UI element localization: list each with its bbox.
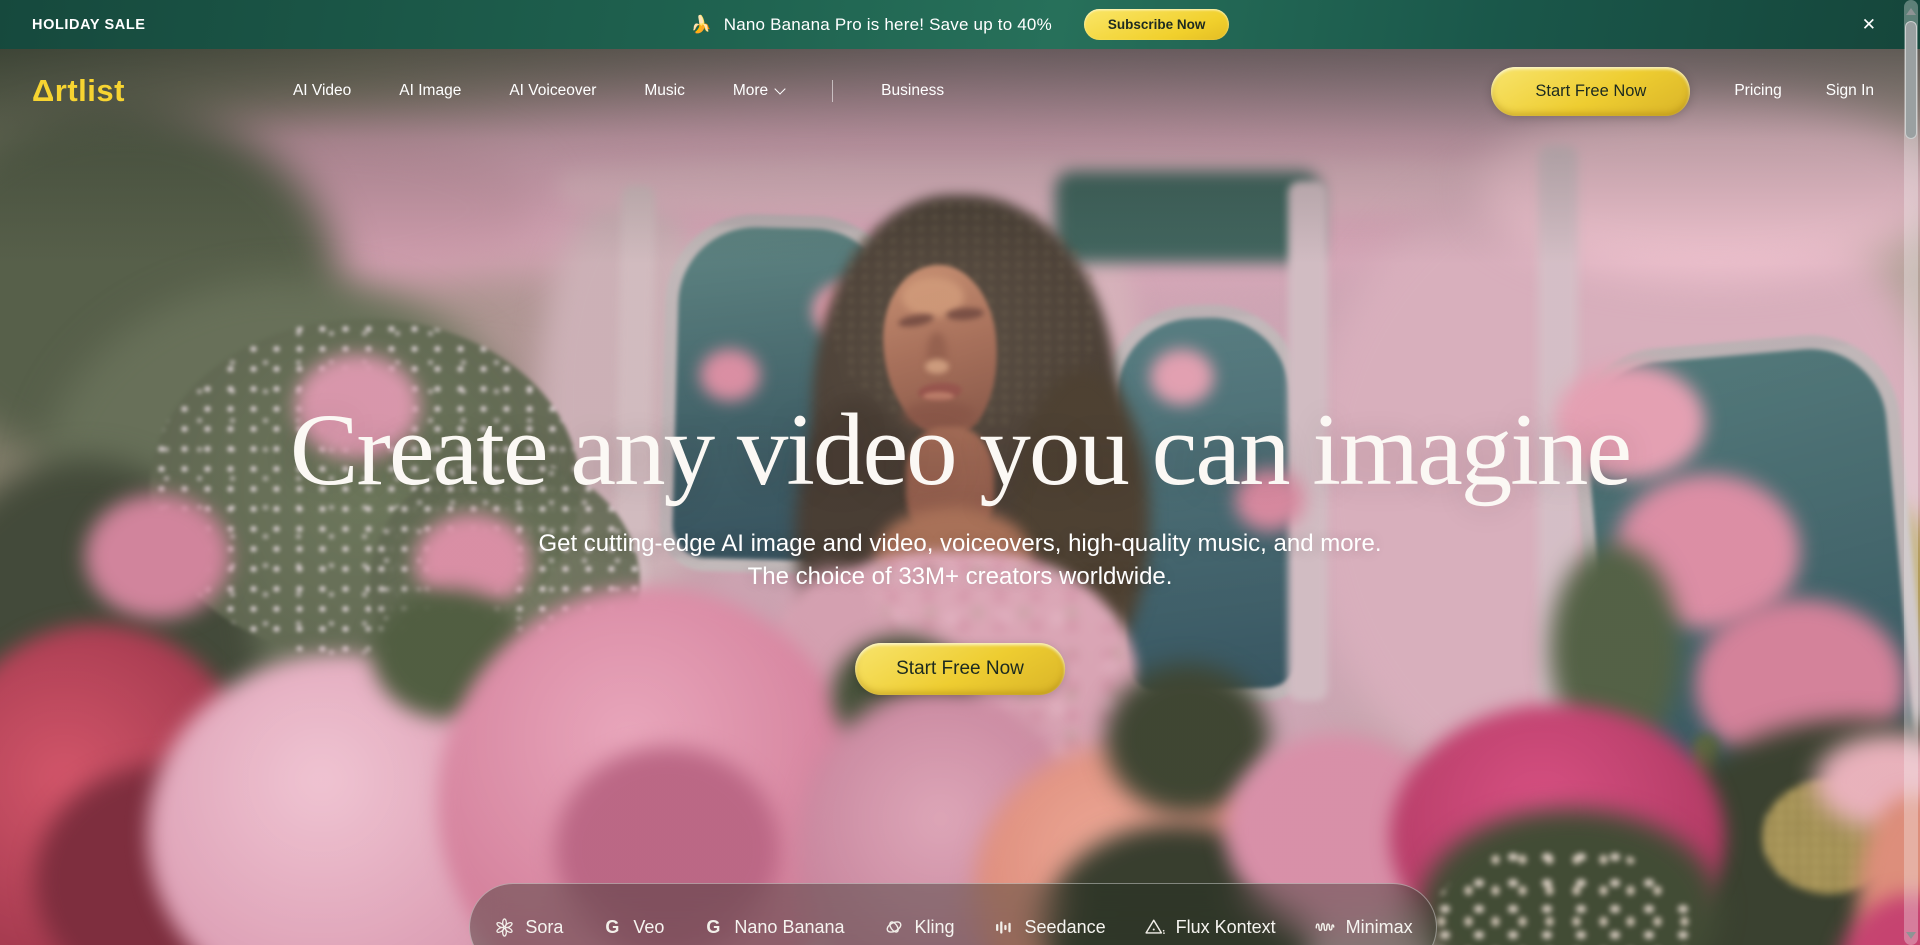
- hero-subheading-line2: The choice of 33M+ creators worldwide.: [0, 560, 1920, 593]
- nav-item-label: Business: [881, 82, 944, 100]
- nav-divider: [832, 80, 833, 102]
- model-item-sora: Sora: [493, 916, 563, 938]
- promo-text: Nano Banana Pro is here! Save up to 40%: [724, 15, 1052, 35]
- promo-banner: HOLIDAY SALE 🍌 Nano Banana Pro is here! …: [0, 0, 1920, 49]
- pricing-link[interactable]: Pricing: [1734, 82, 1781, 100]
- hero-start-free-button[interactable]: Start Free Now: [855, 643, 1065, 695]
- ai-models-bar: Sora G Veo G Nano Banana Kling: [469, 883, 1437, 945]
- model-label: Veo: [633, 917, 664, 938]
- artlist-homepage: Create any video you can imagine Get cut…: [0, 0, 1920, 945]
- hero-background-image: Create any video you can imagine Get cut…: [0, 49, 1920, 945]
- kling-loop-icon: [883, 916, 905, 938]
- model-label: Sora: [525, 917, 563, 938]
- google-g-icon: G: [601, 916, 623, 938]
- nav-item-business[interactable]: Business: [881, 82, 944, 100]
- nav-start-free-button[interactable]: Start Free Now: [1491, 67, 1690, 116]
- model-item-kling: Kling: [883, 916, 955, 938]
- seedance-bars-icon: [993, 916, 1015, 938]
- close-icon[interactable]: ✕: [1862, 16, 1876, 33]
- nav-item-ai-video[interactable]: AI Video: [293, 82, 351, 100]
- hero-subheading: Get cutting-edge AI image and video, voi…: [0, 527, 1920, 593]
- browser-scrollbar: [1904, 0, 1918, 945]
- model-label: Nano Banana: [734, 917, 844, 938]
- openai-flower-icon: [493, 916, 515, 938]
- hero-subheading-line1: Get cutting-edge AI image and video, voi…: [0, 527, 1920, 560]
- artlist-logo[interactable]: Δrtlist: [32, 73, 125, 109]
- flux-triangle-icon: [1144, 916, 1166, 938]
- main-navigation: Δrtlist AI Video AI Image AI Voiceover M…: [0, 49, 1920, 133]
- model-item-seedance: Seedance: [993, 916, 1106, 938]
- model-item-minimax: Minimax: [1314, 916, 1413, 938]
- chevron-down-icon: [775, 83, 786, 94]
- scrollbar-track[interactable]: [1904, 0, 1918, 945]
- promo-banner-center: 🍌 Nano Banana Pro is here! Save up to 40…: [691, 9, 1230, 40]
- scrollbar-down-arrow-icon[interactable]: [1906, 932, 1916, 939]
- nav-item-label: Music: [644, 82, 684, 100]
- subscribe-now-button[interactable]: Subscribe Now: [1084, 9, 1230, 40]
- scrollbar-up-arrow-icon[interactable]: [1906, 8, 1916, 15]
- google-g-glyph: G: [605, 918, 619, 936]
- google-g-icon: G: [702, 916, 724, 938]
- nav-item-ai-voiceover[interactable]: AI Voiceover: [509, 82, 596, 100]
- model-item-nano-banana: G Nano Banana: [702, 916, 844, 938]
- model-item-flux-kontext: Flux Kontext: [1144, 916, 1276, 938]
- nav-right-cluster: Start Free Now Pricing Sign In: [1491, 67, 1874, 116]
- nav-item-more[interactable]: More: [733, 82, 784, 100]
- hero-heading: Create any video you can imagine: [0, 399, 1920, 502]
- nav-item-ai-image[interactable]: AI Image: [399, 82, 461, 100]
- model-label: Flux Kontext: [1176, 917, 1276, 938]
- sign-in-link[interactable]: Sign In: [1826, 82, 1874, 100]
- banana-icon: 🍌: [691, 15, 712, 35]
- model-item-veo: G Veo: [601, 916, 664, 938]
- nav-item-label: AI Video: [293, 82, 351, 100]
- nav-item-label: AI Voiceover: [509, 82, 596, 100]
- holiday-sale-label: HOLIDAY SALE: [32, 17, 146, 33]
- model-label: Seedance: [1025, 917, 1106, 938]
- nav-links: AI Video AI Image AI Voiceover Music Mor…: [293, 80, 944, 102]
- nav-item-label: More: [733, 82, 768, 100]
- model-label: Minimax: [1346, 917, 1413, 938]
- model-label: Kling: [915, 917, 955, 938]
- minimax-wave-icon: [1314, 916, 1336, 938]
- scrollbar-thumb[interactable]: [1905, 21, 1917, 139]
- google-g-glyph: G: [706, 918, 720, 936]
- nav-item-music[interactable]: Music: [644, 82, 684, 100]
- nav-item-label: AI Image: [399, 82, 461, 100]
